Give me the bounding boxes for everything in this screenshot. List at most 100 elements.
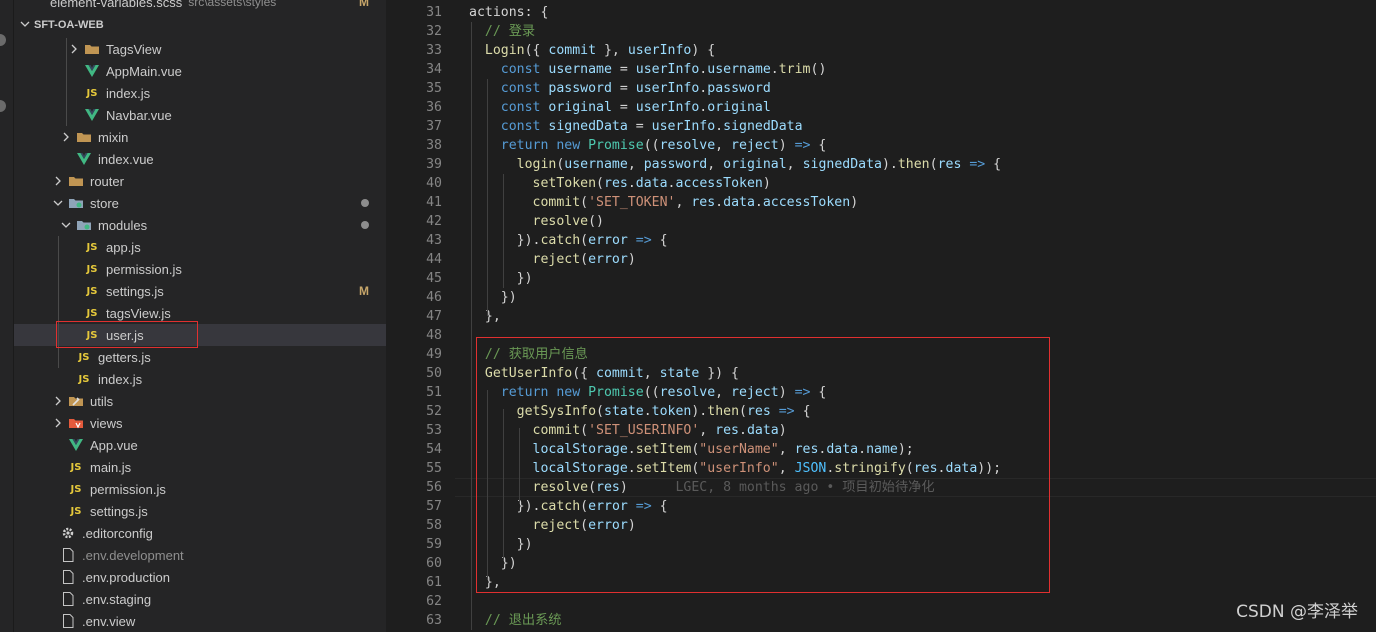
- code-line[interactable]: }): [469, 288, 517, 307]
- tree-item-permission-js[interactable]: JS permission.js: [14, 258, 386, 280]
- tree-item-editorconfig[interactable]: .editorconfig: [14, 522, 386, 544]
- code-line[interactable]: setToken(res.data.accessToken): [469, 174, 771, 193]
- code-token: userInfo: [627, 43, 692, 58]
- line-number: 43: [426, 233, 442, 248]
- code-line[interactable]: resolve(): [469, 212, 604, 231]
- code-line[interactable]: }).catch(error => {: [469, 231, 668, 250]
- code-token: resolve: [659, 138, 716, 153]
- line-number: 31: [426, 5, 442, 20]
- code-line[interactable]: login (username, password, original, sign…: [469, 155, 1002, 174]
- code-token: password: [548, 81, 612, 96]
- code-token: ,: [707, 157, 724, 172]
- chevron-right-icon[interactable]: [68, 38, 80, 60]
- code-line[interactable]: return new Promise((resolve, reject) => …: [469, 136, 827, 155]
- annotation-highlight-box: [56, 321, 198, 348]
- tree-item-permission-js[interactable]: JS permission.js: [14, 478, 386, 500]
- code-line[interactable]: }): [469, 269, 533, 288]
- code-token: signedData: [723, 119, 803, 134]
- code-token: data: [635, 176, 668, 191]
- chevron-right-icon[interactable]: [60, 126, 72, 148]
- code-line[interactable]: const original = userInfo.original: [469, 98, 771, 117]
- code-token: }): [469, 290, 517, 305]
- code-token: error: [588, 233, 628, 248]
- code-line[interactable]: commit('SET_TOKEN', res.data.accessToken…: [469, 193, 859, 212]
- explorer-section-header[interactable]: SFT-OA-WEB: [14, 14, 386, 36]
- code-token: // 登录: [469, 24, 536, 39]
- tree-item-label: .editorconfig: [82, 525, 153, 541]
- tree-item-views[interactable]: views: [14, 412, 386, 434]
- code-line[interactable]: // 登录: [469, 22, 535, 41]
- tree-item-modules[interactable]: modules: [14, 214, 386, 236]
- watermark: CSDN @李泽举: [1236, 602, 1358, 622]
- code-token: ) {: [691, 43, 716, 58]
- code-line[interactable]: },: [469, 307, 501, 326]
- line-number: 56: [426, 480, 442, 495]
- indent-guide: [487, 79, 488, 316]
- tree-item-tagsview[interactable]: TagsView: [14, 38, 386, 60]
- chevron-down-icon[interactable]: [60, 214, 72, 236]
- code-token: =: [611, 62, 636, 77]
- code-line[interactable]: actions: {: [469, 3, 548, 22]
- code-editor[interactable]: 31 actions: {32 // 登录 33 Login({ commit },…: [386, 0, 1376, 632]
- code-token: const: [469, 62, 549, 77]
- code-token: ,: [627, 157, 644, 172]
- code-token: ,: [786, 157, 803, 172]
- vue-file-icon: [76, 151, 92, 167]
- tree-item-store[interactable]: store: [14, 192, 386, 214]
- tree-item-navbar-vue[interactable]: Navbar.vue: [14, 104, 386, 126]
- tree-item-env-staging[interactable]: .env.staging: [14, 588, 386, 610]
- section-title: SFT-OA-WEB: [34, 19, 104, 31]
- config-gear-icon: [60, 525, 76, 541]
- code-token: (: [580, 195, 589, 210]
- tree-item-label: index.js: [98, 371, 143, 387]
- js-file-icon: JS: [86, 307, 98, 319]
- chevron-right-icon[interactable]: [52, 170, 64, 192]
- tree-item-index-vue[interactable]: index.vue: [14, 148, 386, 170]
- line-number: 40: [426, 176, 442, 191]
- code-token: return: [469, 138, 557, 153]
- file-icon: [60, 547, 76, 563]
- line-number: 39: [426, 157, 442, 172]
- code-line[interactable]: const username = userInfo.username.trim(…: [469, 60, 827, 79]
- tree-item-index-js[interactable]: JS index.js: [14, 82, 386, 104]
- explorer-open-file[interactable]: element-variables.scss src\assets\styles…: [14, 0, 386, 12]
- tree-item-settings-js[interactable]: JS settings.js: [14, 500, 386, 522]
- tree-item-label: store: [90, 195, 119, 211]
- tree-item-label: App.vue: [90, 437, 138, 453]
- tree-item-app-vue[interactable]: App.vue: [14, 434, 386, 456]
- tree-item-env-view[interactable]: .env.view: [14, 610, 386, 632]
- code-line[interactable]: reject(error): [469, 250, 636, 269]
- tree-item-app-js[interactable]: JS app.js: [14, 236, 386, 258]
- tree-item-env-development[interactable]: .env.development: [14, 544, 386, 566]
- tree-item-router[interactable]: router: [14, 170, 386, 192]
- tree-item-label: index.js: [106, 85, 151, 101]
- line-number: 36: [426, 100, 442, 115]
- tree-item-index-js[interactable]: JS index.js: [14, 368, 386, 390]
- file-icon: [60, 613, 76, 629]
- code-token: (): [588, 214, 604, 229]
- code-line[interactable]: Login({ commit }, userInfo) {: [469, 41, 715, 60]
- tree-item-label: TagsView: [106, 41, 162, 57]
- js-file-icon: JS: [86, 87, 98, 99]
- chevron-down-icon[interactable]: [52, 192, 64, 214]
- tree-item-settings-js[interactable]: JS settings.js M: [14, 280, 386, 302]
- code-token: reject: [469, 252, 581, 267]
- tree-item-env-production[interactable]: .env.production: [14, 566, 386, 588]
- tree-item-appmain-vue[interactable]: AppMain.vue: [14, 60, 386, 82]
- code-token: }): [469, 271, 533, 286]
- tree-item-mixin[interactable]: mixin: [14, 126, 386, 148]
- tree-item-getters-js[interactable]: JS getters.js: [14, 346, 386, 368]
- tree-item-utils[interactable]: utils: [14, 390, 386, 412]
- vue-file-icon: [84, 107, 100, 123]
- tree-item-label: permission.js: [106, 261, 182, 277]
- code-token: catch: [540, 233, 581, 248]
- chevron-right-icon[interactable]: [52, 412, 64, 434]
- line-number: 46: [426, 290, 442, 305]
- chevron-right-icon[interactable]: [52, 390, 64, 412]
- code-line[interactable]: const signedData = userInfo.signedData: [469, 117, 803, 136]
- tree-item-main-js[interactable]: JS main.js: [14, 456, 386, 478]
- code-line[interactable]: const password = userInfo.password: [469, 79, 771, 98]
- code-token: (: [596, 176, 604, 191]
- code-line[interactable]: // 退出系统: [469, 611, 562, 630]
- code-token: (): [810, 62, 827, 77]
